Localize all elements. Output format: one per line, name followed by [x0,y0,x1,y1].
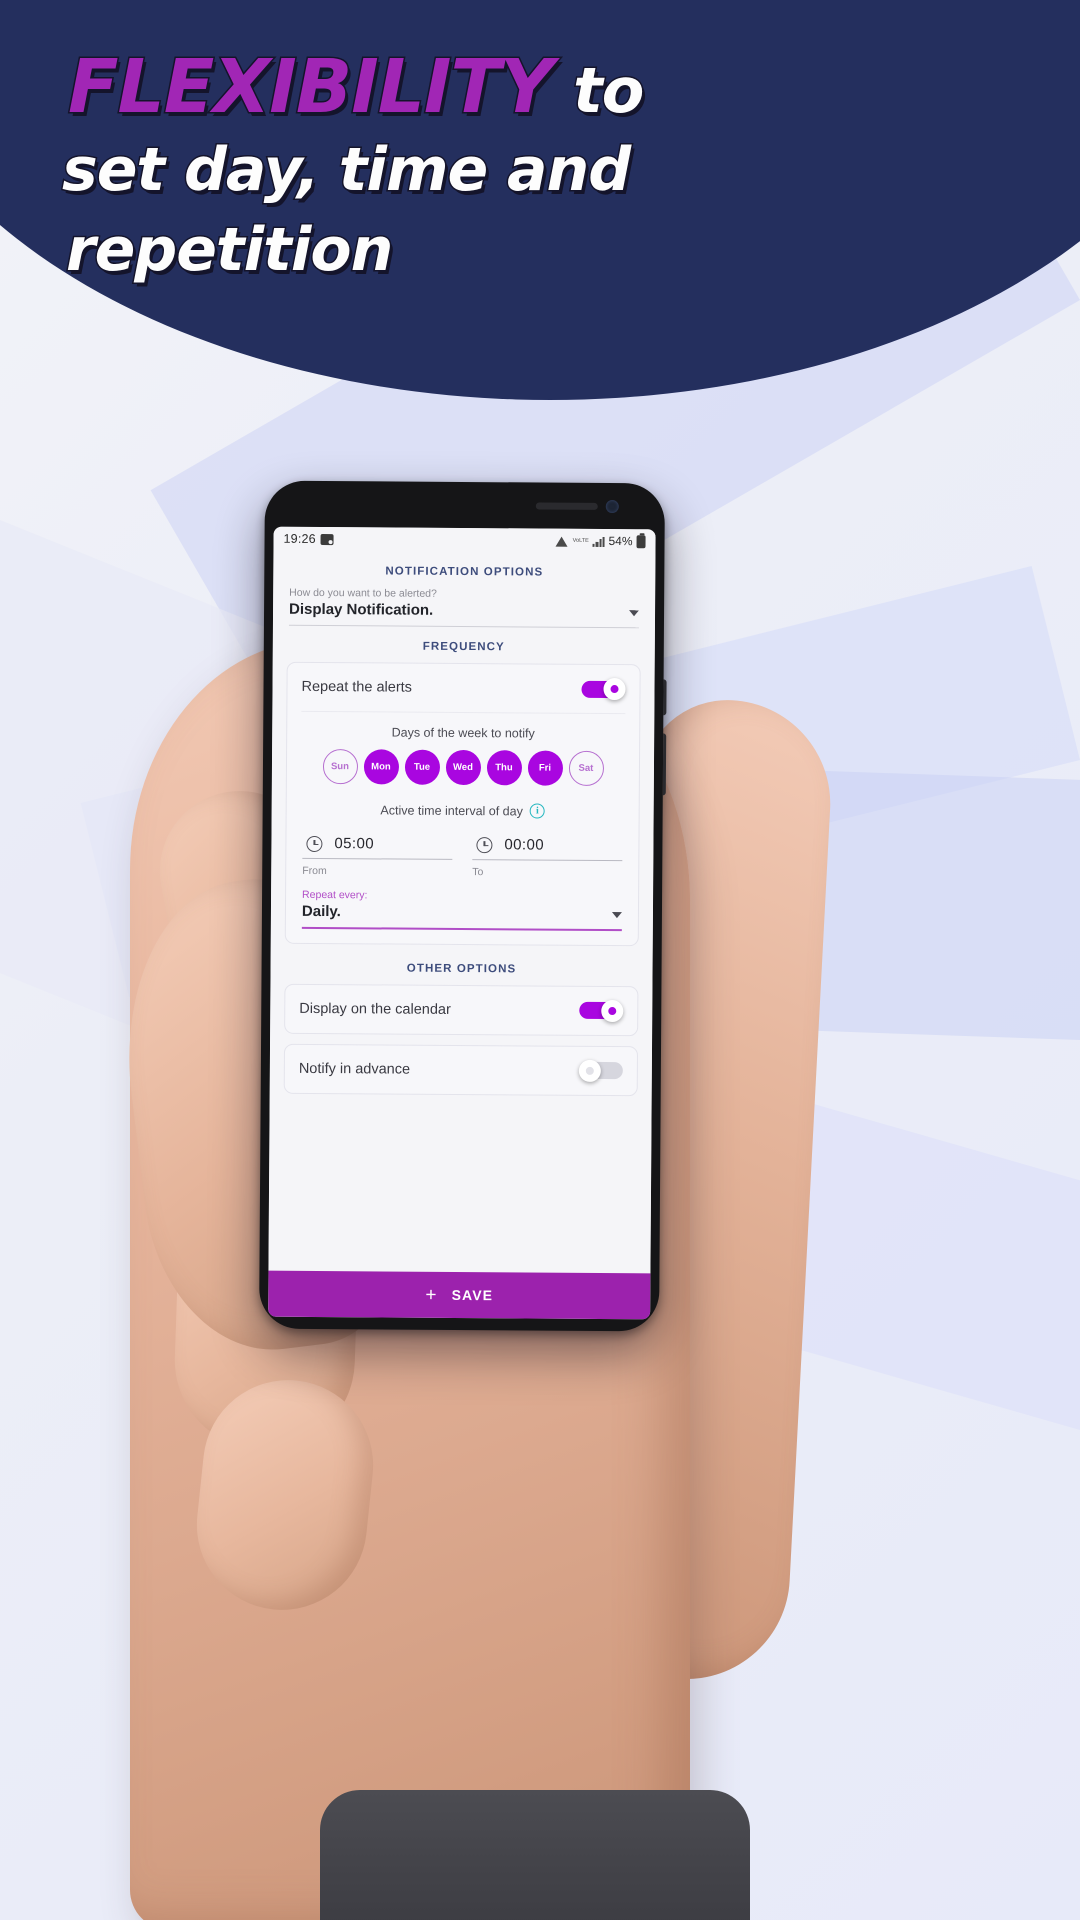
time-from-field[interactable]: 05:00 From [302,827,453,878]
section-title-frequency: FREQUENCY [422,640,505,654]
day-chip-thu[interactable]: Thu [486,750,522,786]
headline-highlight: FLEXIBILITY [67,44,556,130]
promo-headline: FLEXIBILITY to set day, time and repetit… [60,47,760,290]
signal-bars-icon [592,535,605,547]
headline-line1-rest: to [552,53,646,129]
headline-line2: set day, time and [61,134,633,207]
calendar-card: Display on the calendar [284,983,639,1036]
info-icon[interactable]: i [529,803,545,819]
days-of-week-selector: Sun Mon Tue Wed Thu Fri Sat [287,749,639,792]
repeat-every-field[interactable]: Repeat every: Daily. [286,877,638,945]
chevron-down-icon[interactable] [629,610,640,617]
display-calendar-label: Display on the calendar [299,1000,451,1018]
phone-top-bezel [265,481,665,530]
alert-type-value: Display Notification. [289,600,434,619]
time-interval-row: 05:00 From 00:00 To [286,821,638,879]
day-chip-wed[interactable]: Wed [445,749,481,786]
repeat-every-value: Daily. [301,902,341,921]
time-to-caption: To [472,866,484,879]
repeat-alerts-row[interactable]: Repeat the alerts [287,663,639,713]
section-title-notification-options: NOTIFICATION OPTIONS [385,565,544,579]
battery-percent: 54% [608,534,633,549]
time-from-caption: From [302,864,327,878]
notify-advance-row[interactable]: Notify in advance [285,1044,637,1094]
active-interval-label: Active time interval of day [380,802,523,818]
save-button-label: SAVE [451,1286,494,1304]
volte-icon: VoLTE [572,537,589,544]
time-from-value: 05:00 [334,835,375,853]
display-calendar-row[interactable]: Display on the calendar [285,984,637,1034]
active-interval-header: Active time interval of day i [287,790,639,823]
status-time: 19:26 [283,531,316,546]
screenshot-icon [320,533,334,545]
days-of-week-label: Days of the week to notify [391,725,535,741]
time-to-field[interactable]: 00:00 To [472,828,623,879]
front-camera [605,499,619,513]
promo-screenshot: FLEXIBILITY to set day, time and repetit… [0,0,1080,1920]
wifi-icon [556,535,569,546]
time-to-value: 00:00 [504,836,545,854]
field-underline [301,926,622,931]
headline-line3: repetition [65,214,395,287]
day-chip-mon[interactable]: Mon [363,749,399,785]
notify-advance-card: Notify in advance [283,1043,639,1096]
earpiece-speaker [535,502,598,510]
settings-content: NOTIFICATION OPTIONS How do you want to … [268,550,656,1274]
day-chip-sun[interactable]: Sun [322,749,358,785]
save-button[interactable]: + SAVE [268,1270,651,1320]
battery-icon [636,534,646,548]
status-bar: 19:26 VoLTE 54% [273,526,656,554]
section-title-other-options: OTHER OPTIONS [406,962,517,975]
day-chip-sat[interactable]: Sat [568,750,604,786]
phone-device: 19:26 VoLTE 54% NOTIFICATION OPTIONS How… [259,480,667,1332]
display-calendar-toggle[interactable] [579,999,624,1022]
frequency-card: Repeat the alerts Days of the week to no… [284,661,641,946]
repeat-alerts-label: Repeat the alerts [301,678,413,696]
day-chip-tue[interactable]: Tue [404,749,440,785]
sleeve [320,1790,750,1920]
notify-advance-toggle[interactable] [578,1059,623,1082]
clock-icon [476,836,493,853]
phone-screen: 19:26 VoLTE 54% NOTIFICATION OPTIONS How… [268,526,656,1320]
alert-type-field[interactable]: How do you want to be alerted? Display N… [273,587,655,629]
phone-volume-button[interactable] [663,679,667,716]
notify-advance-label: Notify in advance [298,1060,411,1078]
repeat-alerts-toggle[interactable] [581,677,626,701]
clock-icon [306,835,323,852]
chevron-down-icon[interactable] [611,912,622,919]
plus-icon: + [425,1284,438,1306]
day-chip-fri[interactable]: Fri [527,750,563,786]
phone-power-button[interactable] [662,733,667,796]
